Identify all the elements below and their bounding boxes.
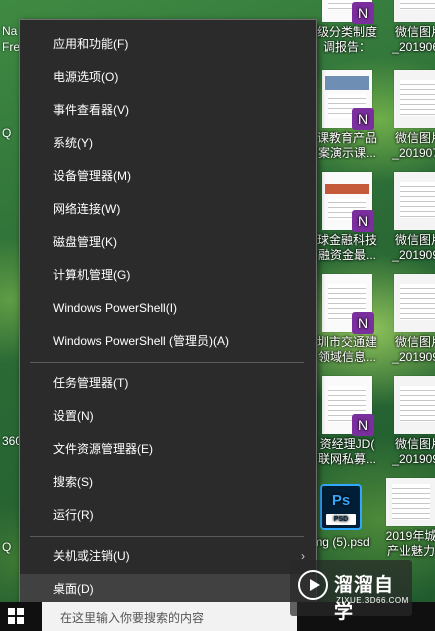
- menu-item-powershell-admin[interactable]: Windows PowerShell (管理员)(A): [20, 326, 316, 357]
- menu-item-label: 系统(Y): [53, 136, 93, 150]
- menu-item-label: Windows PowerShell(I): [53, 301, 178, 315]
- menu-item-label: 任务管理器(T): [53, 376, 129, 390]
- menu-item-system[interactable]: 系统(Y): [20, 128, 316, 159]
- desktop-file-icon[interactable]: N 课教育产品 案演示课...: [314, 70, 380, 161]
- menu-item-label: 计算机管理(G): [53, 268, 131, 282]
- menu-item-device-manager[interactable]: 设备管理器(M): [20, 161, 316, 192]
- image-thumbnail: [394, 0, 435, 22]
- menu-item-desktop[interactable]: 桌面(D): [20, 574, 316, 605]
- menu-item-label: 事件查看器(V): [53, 103, 129, 117]
- document-thumbnail: N: [322, 376, 374, 436]
- menu-item-run[interactable]: 运行(R): [20, 500, 316, 531]
- desktop-file-icon[interactable]: 微信图片 _2019060: [386, 0, 435, 55]
- desktop-file-icon[interactable]: 微信图片 _2019090: [386, 274, 435, 365]
- menu-item-label: 设置(N): [53, 409, 94, 423]
- desktop-file-icon[interactable]: 微信图片 _2019071: [386, 70, 435, 161]
- menu-item-apps-features[interactable]: 应用和功能(F): [20, 29, 316, 60]
- desktop-file-label: 球金融科技 融资金最...: [316, 233, 377, 262]
- desktop-file-icon[interactable]: N 球金融科技 融资金最...: [314, 172, 380, 263]
- image-thumbnail: [386, 478, 435, 526]
- menu-item-label: 磁盘管理(K): [53, 235, 117, 249]
- search-placeholder: 在这里输入你要搜索的内容: [60, 611, 205, 625]
- desktop-label-fragment[interactable]: Q: [2, 126, 11, 140]
- desktop-label-fragment[interactable]: Fre: [2, 40, 20, 54]
- document-thumbnail: N: [322, 172, 374, 232]
- menu-item-network-connections[interactable]: 网络连接(W): [20, 194, 316, 225]
- image-thumbnail: [394, 70, 435, 128]
- desktop-file-label: 2019年城 产业魅力: [385, 529, 435, 558]
- menu-item-event-viewer[interactable]: 事件查看器(V): [20, 95, 316, 126]
- menu-item-disk-management[interactable]: 磁盘管理(K): [20, 227, 316, 258]
- menu-item-label: 电源选项(O): [53, 70, 119, 84]
- desktop-file-icon[interactable]: N 级分类制度 调报告：: [314, 0, 380, 55]
- image-thumbnail: [394, 376, 435, 434]
- menu-item-shutdown-signout[interactable]: 关机或注销(U) ›: [20, 541, 316, 572]
- desktop-file-label: 微信图片 _2019090: [392, 233, 435, 262]
- desktop-label-fragment[interactable]: Q: [2, 540, 11, 554]
- desktop-file-icon[interactable]: N 资经理JD( 联网私募...: [314, 376, 380, 467]
- desktop-file-icon[interactable]: 微信图片 _2019090: [386, 376, 435, 467]
- onenote-icon: N: [352, 108, 374, 130]
- desktop-file-label: mg (5).psd: [312, 535, 370, 549]
- image-thumbnail: [394, 172, 435, 230]
- desktop-file-label: 微信图片 _2019090: [392, 437, 435, 466]
- desktop-file-label: 课教育产品 案演示课...: [316, 131, 377, 160]
- onenote-icon: N: [352, 2, 374, 24]
- desktop-file-icon[interactable]: 2019年城 产业魅力: [378, 478, 435, 559]
- menu-item-settings[interactable]: 设置(N): [20, 401, 316, 432]
- onenote-icon: N: [352, 312, 374, 334]
- menu-item-label: 应用和功能(F): [53, 37, 129, 51]
- onenote-icon: N: [352, 210, 374, 232]
- winx-context-menu: 应用和功能(F) 电源选项(O) 事件查看器(V) 系统(Y) 设备管理器(M)…: [19, 19, 317, 611]
- menu-item-label: 搜索(S): [53, 475, 93, 489]
- menu-item-label: 文件资源管理器(E): [53, 442, 153, 456]
- desktop-file-label: 圳市交通建 领域信息...: [316, 335, 377, 364]
- play-logo-icon: [298, 570, 328, 600]
- menu-item-label: 网络连接(W): [53, 202, 121, 216]
- menu-item-search[interactable]: 搜索(S): [20, 467, 316, 498]
- desktop-file-icon[interactable]: Ps PSD mg (5).psd: [308, 484, 374, 550]
- menu-separator: [30, 536, 304, 537]
- menu-item-label: 关机或注销(U): [53, 549, 130, 563]
- menu-item-task-manager[interactable]: 任务管理器(T): [20, 368, 316, 399]
- image-thumbnail: [394, 274, 435, 332]
- document-thumbnail: N: [322, 0, 374, 24]
- desktop-label-fragment[interactable]: Na: [2, 24, 17, 38]
- menu-item-label: Windows PowerShell (管理员)(A): [53, 334, 230, 348]
- menu-item-computer-management[interactable]: 计算机管理(G): [20, 260, 316, 291]
- desktop-file-label: 微信图片 _2019060: [392, 25, 435, 54]
- desktop-file-label: 微信图片 _2019071: [392, 131, 435, 160]
- document-thumbnail: N: [322, 274, 374, 334]
- desktop-file-icon[interactable]: 微信图片 _2019090: [386, 172, 435, 263]
- menu-item-power-options[interactable]: 电源选项(O): [20, 62, 316, 93]
- start-button[interactable]: [8, 608, 24, 624]
- onenote-icon: N: [352, 414, 374, 436]
- menu-item-powershell[interactable]: Windows PowerShell(I): [20, 293, 316, 324]
- menu-item-label: 桌面(D): [53, 582, 94, 596]
- desktop-file-label: 资经理JD( 联网私募...: [317, 437, 376, 466]
- watermark-url: ZIXUE.3D66.COM: [336, 596, 409, 605]
- watermark: 溜溜自学 ZIXUE.3D66.COM: [290, 560, 412, 623]
- menu-separator: [30, 362, 304, 363]
- menu-item-label: 运行(R): [53, 508, 94, 522]
- document-thumbnail: N: [322, 70, 374, 130]
- taskbar-search-box[interactable]: 在这里输入你要搜索的内容: [42, 602, 297, 631]
- menu-item-file-explorer[interactable]: 文件资源管理器(E): [20, 434, 316, 465]
- desktop-file-label: 微信图片 _2019090: [392, 335, 435, 364]
- desktop-file-icon[interactable]: N 圳市交通建 领域信息...: [314, 274, 380, 365]
- desktop-file-label: 级分类制度 调报告：: [316, 25, 377, 54]
- photoshop-icon: Ps PSD: [320, 484, 362, 530]
- menu-item-label: 设备管理器(M): [53, 169, 131, 183]
